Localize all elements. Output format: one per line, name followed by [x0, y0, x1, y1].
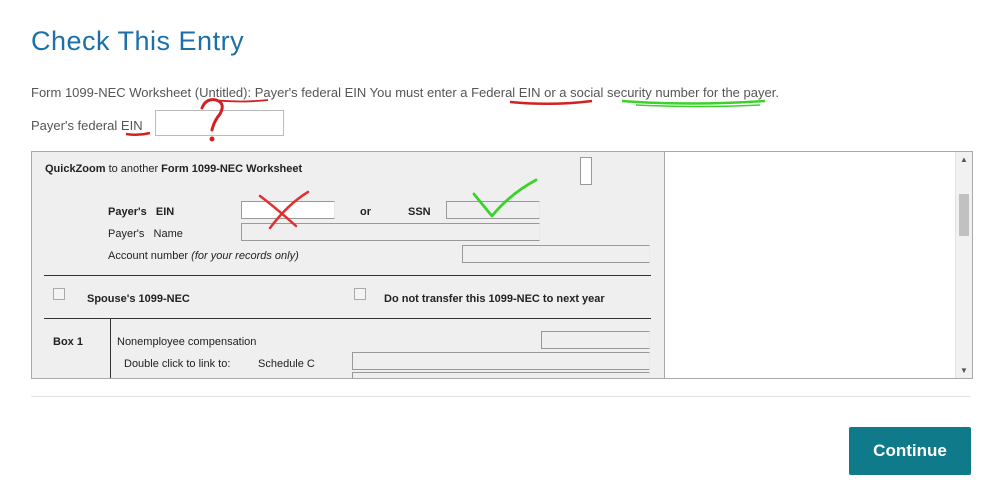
schedule-c-label: Schedule C — [258, 358, 315, 370]
or-label: or — [360, 206, 371, 218]
ein-label-ein: EIN — [120, 118, 143, 133]
scroll-thumb[interactable] — [959, 194, 969, 236]
ein-label-prefix: Payer's federal — [31, 118, 121, 133]
message-ssn: social security number — [570, 85, 700, 100]
quickzoom-middle: to another — [105, 163, 162, 175]
worksheet-frame: QuickZoom to another Form 1099-NEC Works… — [31, 151, 973, 379]
payer-name-label: Payer's Name — [108, 228, 183, 240]
worksheet-ssn-field[interactable] — [446, 201, 540, 219]
account-number-note: (for your records only) — [191, 250, 299, 262]
divider-line — [44, 275, 651, 276]
payer-ein-row-label: Payer's EIN — [108, 206, 175, 218]
message-part2: or a — [540, 85, 571, 100]
worksheet-ein-field[interactable] — [241, 201, 335, 219]
annotation-underlines — [125, 99, 766, 137]
spouse-checkbox[interactable] — [53, 288, 65, 300]
ssn-label: SSN — [408, 206, 431, 218]
quickzoom-link[interactable]: QuickZoom to another Form 1099-NEC Works… — [45, 163, 302, 175]
quickzoom-button[interactable] — [580, 157, 592, 185]
quickzoom-form: Form 1099-NEC Worksheet — [161, 163, 303, 175]
nonemployee-label: Nonemployee compensation — [117, 336, 257, 348]
underline-ssn — [621, 99, 766, 105]
spouse-label: Spouse's 1099-NEC — [87, 293, 190, 305]
underline-federal-ein — [509, 99, 593, 106]
underline-ein — [125, 131, 151, 137]
schedule-c-field-2[interactable] — [352, 372, 650, 378]
double-click-label: Double click to link to: — [124, 358, 231, 370]
underline-untitled — [211, 99, 269, 103]
scroll-down-icon[interactable]: ▼ — [960, 366, 968, 375]
worksheet-form: QuickZoom to another Form 1099-NEC Works… — [32, 152, 665, 378]
underline-ssn-2 — [635, 104, 761, 108]
nonemployee-field[interactable] — [541, 331, 650, 349]
page-title: Check This Entry — [31, 26, 245, 56]
payer-ein-label: Payer's federal EIN — [31, 118, 143, 133]
account-number-field[interactable] — [462, 245, 650, 263]
message-part3: for the payer. — [699, 85, 779, 100]
scroll-up-icon[interactable]: ▲ — [960, 155, 968, 164]
divider-line-2 — [44, 318, 651, 319]
payer-name-field[interactable] — [241, 223, 540, 241]
box1-label: Box 1 — [53, 336, 83, 348]
account-number-label: Account number (for your records only) — [108, 250, 299, 262]
no-transfer-label: Do not transfer this 1099-NEC to next ye… — [384, 293, 605, 305]
box-divider — [110, 318, 111, 378]
no-transfer-checkbox[interactable] — [354, 288, 366, 300]
message-federal-ein: Federal EIN — [471, 85, 541, 100]
payer-ein-input[interactable] — [155, 110, 284, 136]
message-part1: Form 1099-NEC Worksheet (Untitled): Paye… — [31, 85, 472, 100]
scrollbar[interactable]: ▲ ▼ — [955, 152, 972, 378]
page-divider — [31, 396, 971, 397]
quickzoom-label: QuickZoom — [45, 163, 106, 175]
error-message: Form 1099-NEC Worksheet (Untitled): Paye… — [31, 85, 779, 100]
schedule-c-field[interactable] — [352, 352, 650, 370]
continue-button[interactable]: Continue — [849, 427, 971, 475]
